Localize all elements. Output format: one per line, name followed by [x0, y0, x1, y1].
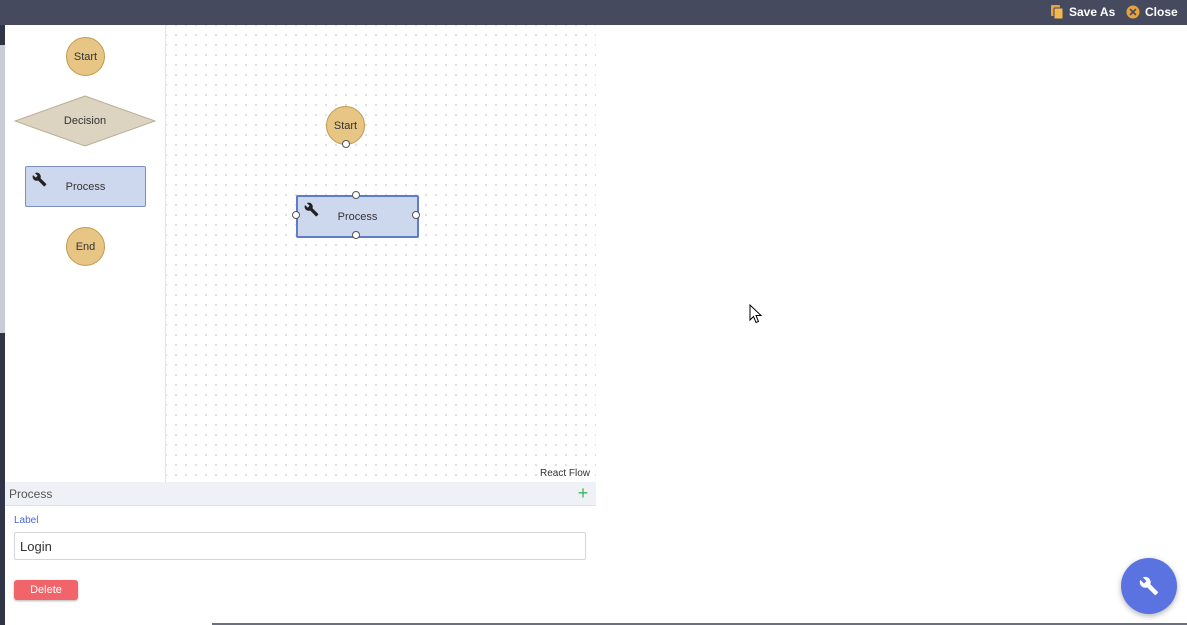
process-right-handle[interactable] [412, 211, 420, 219]
mouse-cursor-icon [749, 304, 763, 324]
palette-start-node[interactable]: Start [66, 37, 105, 76]
tools-fab-button[interactable] [1121, 558, 1177, 614]
palette-decision-label: Decision [63, 115, 107, 127]
close-circle-icon [1126, 5, 1140, 19]
top-toolbar: Save As Close [0, 0, 1187, 25]
properties-header: Process + [5, 482, 596, 506]
process-left-handle[interactable] [292, 211, 300, 219]
save-as-label: Save As [1069, 5, 1116, 19]
label-field-label: Label [14, 515, 39, 526]
save-as-icon [1051, 5, 1064, 20]
properties-title: Process [9, 487, 53, 501]
label-input[interactable] [14, 532, 586, 560]
wrench-icon [1139, 576, 1159, 596]
process-bottom-handle[interactable] [352, 231, 360, 239]
canvas-process-label: Process [337, 210, 378, 223]
node-palette: Start Decision Process End [5, 25, 166, 482]
flow-canvas[interactable]: Start Process React Flow [166, 25, 596, 482]
save-as-button[interactable]: Save As [1050, 3, 1115, 21]
process-top-handle[interactable] [352, 191, 360, 199]
canvas-start-label: Start [333, 119, 358, 132]
palette-end-node[interactable]: End [66, 227, 105, 266]
wrench-icon [304, 202, 319, 217]
wrench-icon [32, 172, 47, 187]
palette-decision-node[interactable]: Decision [14, 95, 156, 147]
add-icon[interactable]: + [575, 484, 591, 502]
start-node-source-handle[interactable] [342, 140, 350, 148]
palette-start-label: Start [73, 50, 98, 63]
palette-process-label: Process [65, 180, 106, 193]
palette-process-node[interactable]: Process [25, 166, 146, 207]
react-flow-attribution[interactable]: React Flow [537, 468, 592, 479]
delete-button[interactable]: Delete [14, 580, 78, 600]
close-button[interactable]: Close [1126, 3, 1178, 21]
close-label: Close [1145, 5, 1178, 19]
palette-end-label: End [75, 240, 96, 253]
